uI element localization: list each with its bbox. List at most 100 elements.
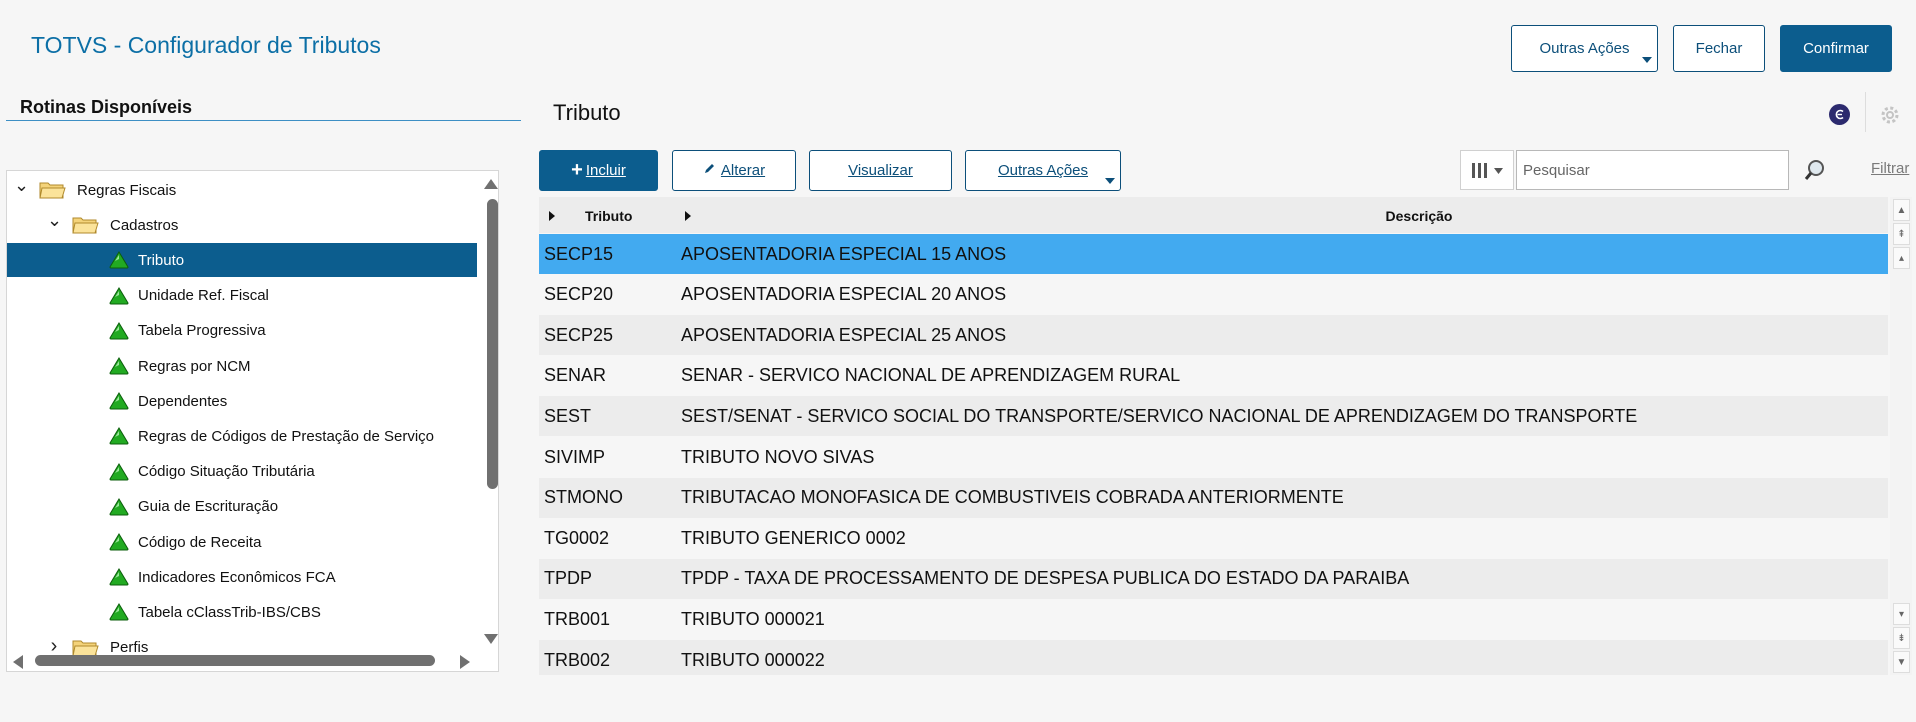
filtrar-link[interactable]: Filtrar (1871, 160, 1909, 177)
tree-item-label: Cadastros (110, 216, 179, 234)
tree-item-label: Guia de Escrituração (138, 498, 279, 516)
column-header-descricao[interactable]: Descrição (1249, 208, 1589, 224)
table-row[interactable]: SECP25 APOSENTADORIA ESPECIAL 25 ANOS (539, 315, 1888, 356)
chevron-down-icon (1105, 178, 1115, 184)
table-row[interactable]: SENAR SENAR - SERVICO NACIONAL DE APRENDI… (539, 355, 1888, 396)
cell-tributo: SECP20 (544, 284, 614, 305)
header-outras-acoes-button[interactable]: Outras Ações (1511, 25, 1658, 72)
table-row[interactable]: TPDP TPDP - TAXA DE PROCESSAMENTO DE DESP… (539, 558, 1888, 599)
visualizar-button[interactable]: Visualizar (809, 150, 952, 191)
scroll-up-icon[interactable] (484, 179, 498, 189)
tree-item-label: Tabela cClassTrib-IBS/CBS (138, 603, 321, 621)
tree-item[interactable]: Tabela Progressiva (7, 314, 477, 348)
alterar-button[interactable]: Alterar (672, 150, 796, 191)
tree-item-label: Tributo (138, 251, 185, 269)
search-area (1460, 150, 1830, 190)
table-row[interactable]: TRB002 TRIBUTO 000022 (539, 640, 1888, 675)
plus-icon: + (571, 159, 583, 181)
toolbar-outras-acoes-label: Outras Ações (997, 162, 1089, 179)
cell-tributo: STMONO (544, 487, 623, 508)
chevron-down-icon[interactable]: ⌄ (14, 175, 29, 196)
cell-tributo: TPDP (544, 568, 593, 589)
cell-descricao: TPDP - TAXA DE PROCESSAMENTO DE DESPESA … (681, 568, 1410, 589)
tree-item-label: Unidade Ref. Fiscal (138, 287, 269, 305)
confirmar-button[interactable]: Confirmar (1780, 25, 1892, 72)
cell-tributo: SIVIMP (544, 446, 606, 467)
tree-item[interactable]: Código Situação Tributária (7, 455, 477, 489)
scroll-last-icon[interactable]: ▼ (1893, 651, 1910, 673)
tree-vertical-scroll-thumb[interactable] (487, 199, 498, 489)
visualizar-label: Visualizar (848, 162, 913, 179)
column-header-tributo[interactable]: Tributo (585, 208, 632, 224)
grid-header: Tributo Descrição (539, 197, 1888, 233)
tree-item-label: Tabela Progressiva (138, 322, 266, 340)
chevron-down-icon[interactable]: ⌄ (47, 210, 62, 231)
tree-item[interactable]: Guia de Escrituração (7, 490, 477, 524)
green-triangle-icon (109, 497, 129, 516)
table-row[interactable]: TG0002 TRIBUTO GENERICO 0002 (539, 518, 1888, 559)
green-triangle-icon (109, 603, 129, 621)
scroll-page-up-icon[interactable]: ⇞ (1893, 223, 1910, 245)
sort-arrow-icon[interactable] (549, 211, 555, 221)
green-triangle-icon (109, 321, 129, 340)
table-row[interactable]: SECP20 APOSENTADORIA ESPECIAL 20 ANOS (539, 274, 1888, 315)
tree-item[interactable]: Regras de Códigos de Prestação de Serviç… (7, 419, 477, 453)
cell-descricao: TRIBUTO 000022 (681, 649, 825, 670)
green-triangle-icon (109, 251, 129, 269)
green-triangle-icon (109, 427, 129, 445)
scroll-right-icon[interactable] (460, 655, 470, 669)
tree-item[interactable]: Dependentes (7, 384, 477, 418)
cell-tributo: SEST (544, 405, 592, 426)
green-triangle-icon (109, 462, 129, 481)
tree-item-label: Código de Receita (138, 533, 262, 551)
table-row[interactable]: SECP15 APOSENTADORIA ESPECIAL 15 ANOS (539, 234, 1888, 274)
folder-open-icon (39, 180, 66, 200)
scroll-first-icon[interactable]: ▲ (1893, 199, 1910, 221)
header-outras-acoes-label: Outras Ações (1539, 40, 1630, 57)
scroll-page-down-icon[interactable]: ⇟ (1893, 627, 1910, 649)
tree-item[interactable]: ⌄ Regras Fiscais (7, 173, 477, 207)
tree-item[interactable]: Tributo (7, 243, 477, 278)
sort-arrow-icon[interactable] (685, 211, 691, 221)
cell-tributo: SECP25 (544, 324, 614, 345)
scroll-down-icon[interactable]: ▾ (1893, 603, 1910, 625)
gear-icon[interactable] (1878, 103, 1902, 127)
incluir-button[interactable]: + Incluir (539, 150, 658, 191)
app-title: TOTVS - Configurador de Tributos (31, 32, 381, 58)
tree-item[interactable]: Tabela cClassTrib-IBS/CBS (7, 595, 477, 629)
fechar-button[interactable]: Fechar (1673, 25, 1765, 72)
tree-item-label: Regras de Códigos de Prestação de Serviç… (138, 427, 435, 445)
cell-descricao: APOSENTADORIA ESPECIAL 25 ANOS (681, 324, 1007, 345)
tree-horizontal-scroll-thumb[interactable] (35, 655, 435, 666)
tree-item[interactable]: Unidade Ref. Fiscal (7, 279, 477, 313)
header-separator (1865, 92, 1866, 132)
scroll-left-icon[interactable] (13, 655, 23, 669)
green-triangle-icon (109, 533, 129, 551)
cell-tributo: TRB001 (544, 608, 611, 629)
grid-vertical-scrollbar[interactable]: ▲ ⇞ ▴ ▾ ⇟ ▼ (1890, 197, 1912, 675)
search-input[interactable] (1516, 150, 1789, 190)
table-row[interactable]: SIVIMP TRIBUTO NOVO SIVAS (539, 437, 1888, 477)
cell-descricao: TRIBUTO 000021 (681, 608, 825, 629)
left-heading-divider (6, 120, 521, 121)
fechar-label: Fechar (1695, 40, 1743, 57)
tree-item[interactable]: Indicadores Econômicos FCA (7, 560, 477, 594)
table-row[interactable]: TRB001 TRIBUTO 000021 (539, 599, 1888, 640)
toolbar-outras-acoes-button[interactable]: Outras Ações (965, 150, 1121, 191)
columns-button[interactable] (1460, 150, 1514, 190)
table-row[interactable]: SEST SEST/SENAT - SERVICO SOCIAL DO TRANS… (539, 396, 1888, 437)
brand-circle-icon[interactable] (1829, 104, 1850, 125)
search-icon[interactable] (1803, 158, 1827, 182)
tree-item-label: Dependentes (138, 392, 228, 410)
tree-item[interactable]: Regras por NCM (7, 349, 477, 383)
tree-item[interactable]: Código de Receita (7, 525, 477, 559)
page-title: Tributo (553, 100, 621, 125)
tree-item[interactable]: ⌄ Cadastros (7, 208, 477, 242)
cell-descricao: SEST/SENAT - SERVICO SOCIAL DO TRANSPORT… (681, 405, 1638, 426)
scroll-down-icon[interactable] (484, 634, 498, 644)
scroll-up-icon[interactable]: ▴ (1893, 247, 1910, 269)
cell-tributo: SENAR (544, 365, 607, 386)
green-triangle-icon (109, 568, 129, 586)
routines-tree: ⌄ Regras Fiscais ⌄ Cadastros Tributo Unidade … (6, 170, 499, 672)
table-row[interactable]: STMONO TRIBUTACAO MONOFASICA DE COMBUSTIV… (539, 477, 1888, 518)
